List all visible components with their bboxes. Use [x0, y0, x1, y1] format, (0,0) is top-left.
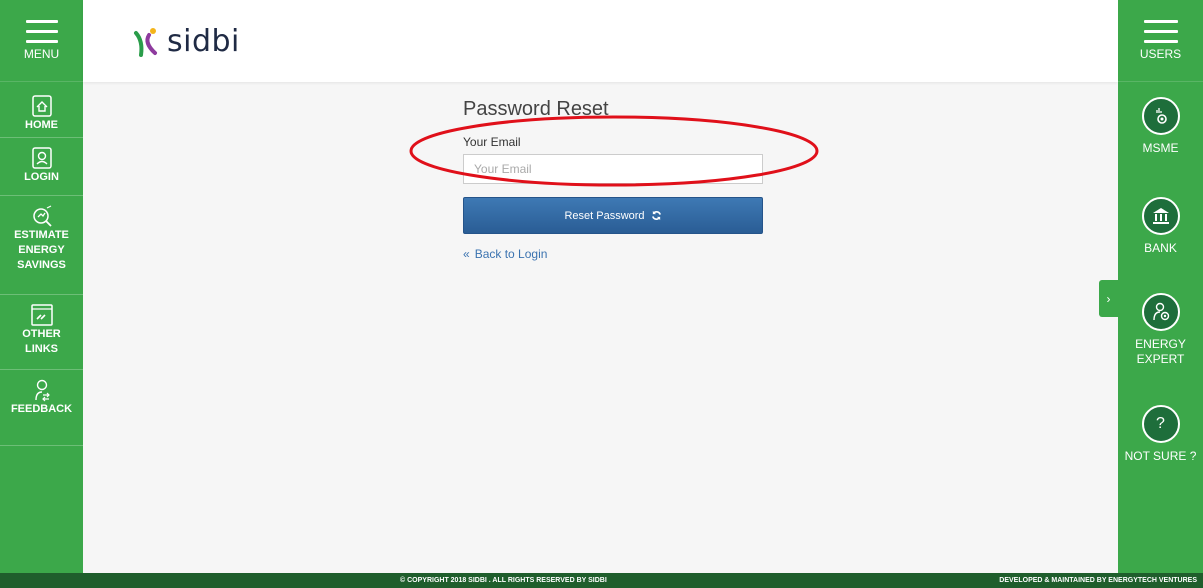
msme-gear-icon: [1141, 97, 1180, 135]
login-icon: [31, 147, 52, 169]
sidebar-item-label: HOME: [25, 119, 58, 131]
sidebar-item-other-links[interactable]: OTHER LINKS: [0, 295, 83, 370]
sidebar-item-label: OTHER LINKS: [22, 328, 61, 355]
role-energy-expert[interactable]: ENERGY EXPERT: [1118, 293, 1203, 367]
question-icon: ?: [1141, 405, 1180, 443]
sidbi-logo-mark: [134, 27, 157, 57]
sidebar-item-login[interactable]: LOGIN: [0, 138, 83, 196]
estimate-icon: [32, 205, 52, 227]
role-label: ENERGY EXPERT: [1135, 337, 1186, 366]
red-highlight-ellipse: [409, 115, 819, 187]
role-label: BANK: [1144, 241, 1177, 255]
developer-credit: DEVELOPED & MAINTAINED BY ENERGYTECH VEN…: [999, 577, 1197, 584]
home-icon: [31, 95, 52, 117]
hamburger-icon: [25, 20, 58, 43]
sidebar-item-label: LOGIN: [24, 171, 59, 183]
sidebar-item-estimate-energy-savings[interactable]: ESTIMATE ENERGY SAVINGS: [0, 196, 83, 295]
role-bank[interactable]: BANK: [1118, 197, 1203, 256]
feedback-icon: [34, 379, 50, 402]
users-menu-button[interactable]: USERS: [1118, 0, 1203, 82]
role-label: MSME: [1142, 141, 1179, 155]
menu-button[interactable]: MENU: [0, 0, 83, 82]
footer: © COPYRIGHT 2018 SIDBI . ALL RIGHTS RESE…: [0, 573, 1203, 588]
back-to-login-link[interactable]: « Back to Login: [463, 247, 547, 261]
back-to-login-label: Back to Login: [474, 247, 548, 261]
role-label: NOT SURE ?: [1124, 449, 1197, 463]
top-header: sidbi: [83, 0, 1118, 82]
users-panel: USERS MSME BANK ENERGY EXPERT ? NOT SURE…: [1118, 0, 1203, 588]
left-sidebar: MENU HOME LOGIN ESTIMATE ENERGY SAVINGS: [0, 0, 83, 573]
sidebar-item-home[interactable]: HOME: [0, 82, 83, 138]
role-not-sure[interactable]: ? NOT SURE ?: [1118, 405, 1203, 464]
sidebar-item-label: FEEDBACK: [10, 403, 73, 415]
reset-password-label: Reset Password: [564, 209, 645, 222]
sidebar-item-label: ESTIMATE ENERGY SAVINGS: [14, 229, 69, 271]
energy-expert-icon: [1141, 293, 1180, 331]
sidbi-logo[interactable]: sidbi: [131, 24, 240, 59]
chevron-right-icon: ›: [1106, 291, 1111, 306]
refresh-icon: [651, 210, 661, 221]
reset-password-button[interactable]: Reset Password: [463, 197, 763, 234]
bank-icon: [1141, 197, 1180, 235]
users-label: USERS: [1139, 47, 1182, 61]
role-msme[interactable]: MSME: [1118, 97, 1203, 156]
hamburger-icon: [1143, 20, 1178, 43]
menu-label: MENU: [23, 47, 60, 61]
links-icon: [30, 304, 53, 326]
password-reset-panel: Password Reset Your Email Reset Password…: [83, 82, 1118, 573]
double-chevron-left-icon: «: [463, 247, 470, 261]
panel-toggle-button[interactable]: ›: [1099, 280, 1118, 317]
copyright-text: © COPYRIGHT 2018 SIDBI . ALL RIGHTS RESE…: [400, 577, 607, 584]
logo-text: sidbi: [167, 24, 240, 59]
sidebar-item-feedback[interactable]: FEEDBACK: [0, 370, 83, 446]
